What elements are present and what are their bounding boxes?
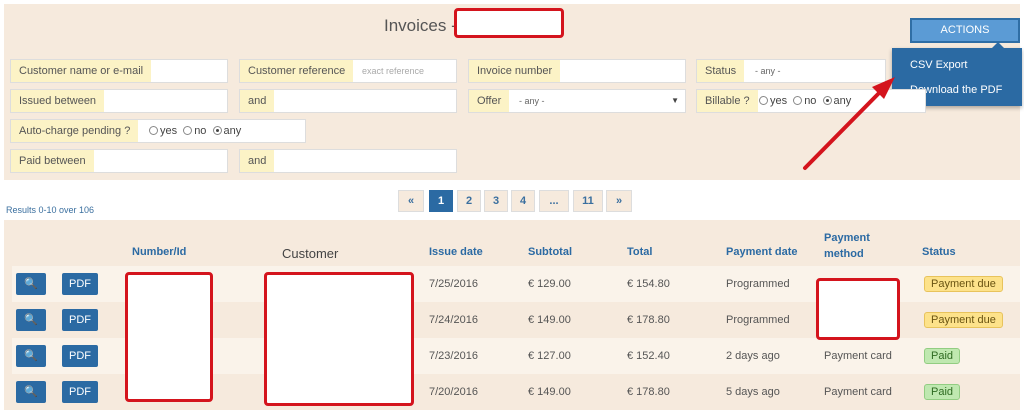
annotation-arrow — [803, 77, 895, 170]
